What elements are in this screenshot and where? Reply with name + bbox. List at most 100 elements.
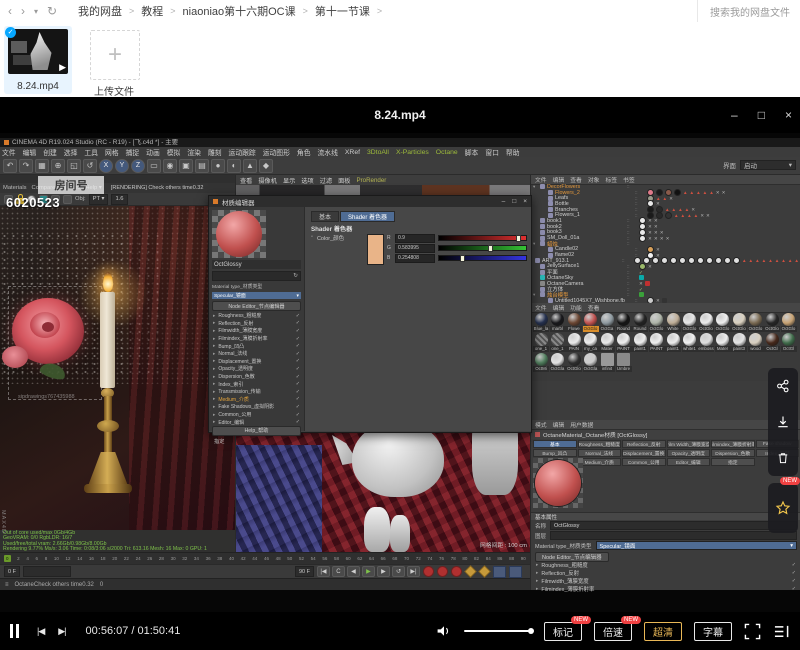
focus-picker-icon[interactable] [63,195,72,204]
transport-button[interactable]: C [332,566,345,577]
attribute-tab[interactable]: 基本 [533,440,577,448]
selection-tag-icon[interactable]: ▲ [672,207,677,212]
timeline-ruler[interactable]: 0246810121416182022242628303234363840424… [0,552,530,564]
selection-tag-icon[interactable]: ▲ [709,190,714,195]
toolbar-icon-z[interactable]: Z [131,159,145,173]
lod-field[interactable]: 1.6 [111,194,127,205]
c4d-menu-item[interactable]: 模拟 [167,147,181,157]
material-thumbnail[interactable]: OctGla [583,353,599,372]
transport-button[interactable]: ◀ [347,566,360,577]
c4d-menu-item[interactable]: 编辑 [23,147,37,157]
channel-row[interactable]: ▸Opacity_透明度✓ [212,365,301,373]
c4d-menu-item[interactable]: 选择 [64,147,78,157]
forward-icon[interactable]: › [21,4,25,18]
volume-handle[interactable] [528,628,534,634]
selection-tag-icon[interactable]: ▲ [788,258,793,263]
tag-icon[interactable]: ✕ [722,190,726,195]
c4d-menu-item[interactable]: 流水线 [318,147,338,157]
channel-row[interactable]: ▸Displacement_置换✓ [212,358,301,366]
transport-button[interactable]: ▶ [377,566,390,577]
channel-row[interactable]: ▸Index_索引✓ [212,380,301,388]
render-mode-dropdown[interactable]: PT ▾ [89,194,109,205]
keyframe-icon[interactable] [464,565,476,577]
attribute-tab[interactable]: 指定 [711,458,755,466]
c4d-menu-item[interactable]: 运动图形 [263,147,290,157]
object-manager-menu-item[interactable]: 编辑 [553,175,565,184]
breadcrumb-item[interactable]: 第十一节课 [315,3,370,19]
attribute-tab[interactable]: Displacement_置换 [622,449,666,457]
selection-tag-icon[interactable]: ▲ [768,258,773,263]
selection-tag-icon[interactable]: ▲ [781,258,786,263]
tag-icon[interactable]: ✕ [654,230,658,235]
c4d-menu-item[interactable]: 角色 [297,147,311,157]
channel-slider[interactable] [438,235,527,241]
mark-button[interactable]: 标记NEW [544,622,582,641]
toolbar-icon-↺[interactable]: ↺ [83,159,97,173]
channel-row[interactable]: ▸Roughness_粗糙度✓ [212,312,301,320]
channel-row[interactable]: ▸Normal_法线✓ [212,350,301,358]
tag-icon[interactable]: ✕ [669,196,673,201]
material-thumbnail[interactable]: paint1 [665,333,681,352]
share-icon[interactable] [776,379,790,393]
viewport-menu-item[interactable]: 摄像机 [258,176,277,185]
next-button[interactable]: ▶| [58,626,65,637]
material-thumbnail[interactable]: Mater [599,333,615,352]
selection-tag-icon[interactable]: ▲ [742,258,747,263]
toolbar-icon-▲[interactable]: ▲ [243,159,257,173]
selection-tag-icon[interactable]: ▲ [755,258,760,263]
channel-slider[interactable] [438,245,527,251]
tag-icon[interactable]: ✕ [716,190,720,195]
attribute-tab[interactable]: Common_公用 [622,458,666,466]
toolbar-icon-⊕[interactable]: ⊕ [51,159,65,173]
trash-icon[interactable] [776,451,790,465]
c4d-menu-item[interactable]: 窗口 [485,147,499,157]
render-toggle-icon[interactable] [509,566,522,578]
c4d-menu-item[interactable]: 创建 [43,147,57,157]
breadcrumb-item[interactable]: niaoniao第十六期OC课 [183,3,296,19]
attribute-menu-item[interactable]: 编辑 [553,420,565,429]
transport-button[interactable]: ▶ [362,566,375,577]
toolbar-icon-▣[interactable]: ▣ [179,159,193,173]
transport-button[interactable]: ▶| [407,566,420,577]
c4d-menu-item[interactable]: 捕捉 [126,147,140,157]
tag-icon[interactable]: ✕ [648,218,652,223]
file-card-video[interactable]: ▶ ✓ 8.24.mp4 [4,26,72,94]
toolbar-icon-x[interactable]: X [99,159,113,173]
c4d-menu-item[interactable]: XRef [345,149,360,156]
refresh-icon[interactable]: ↻ [47,4,57,18]
name-input[interactable]: OctGlossy [550,521,797,530]
material-thumbnail[interactable]: OctGl [781,333,797,352]
close-icon[interactable]: × [523,198,527,205]
material-thumbnail[interactable]: OctGlo [649,313,665,332]
tag-icon[interactable]: ✕ [654,218,658,223]
tag-icon[interactable]: ✕ [648,236,652,241]
material-thumbnail[interactable]: OctGlo [698,313,714,332]
material-thumbnail[interactable]: OctGlo [781,313,797,332]
attribute-tab[interactable]: Bump_凹凸 [533,449,577,457]
selection-tag-icon[interactable]: ▲ [696,190,701,195]
viewport-menu-item[interactable]: 过滤 [320,176,332,185]
channel-row[interactable]: ▸Dispersion_色散✓ [212,373,301,381]
selection-tag-icon[interactable]: ▲ [687,213,692,218]
material-manager-menu-item[interactable]: 功能 [570,303,582,312]
attribute-tab[interactable]: Opacity_透明度 [667,449,711,457]
channel-row[interactable]: ▸Filmindex_薄膜折射率✓ [212,335,301,343]
selection-tag-icon[interactable]: ▲ [694,213,699,218]
channel-row[interactable]: ▸Fake Shadows_虚拟阴影✓ [212,403,301,411]
subtitle-button[interactable]: 字幕 [694,622,732,641]
material-thumbnail[interactable]: OctGlo [764,313,780,332]
viewport-menu-item[interactable]: 选项 [301,176,313,185]
volume-slider[interactable] [464,630,532,632]
speed-button[interactable]: 倍速NEW [594,622,632,641]
minimize-button[interactable]: – [731,108,738,122]
help-button[interactable]: Help_帮助 [212,426,301,436]
material-thumbnail[interactable]: OctGlo [566,353,582,372]
channel-row[interactable]: ▸Reflection_反射✓ [531,569,800,577]
channel-value-field[interactable]: 0.9 [395,234,435,243]
channel-slider[interactable] [438,255,527,261]
tag-icon[interactable]: ✕ [691,207,695,212]
upload-button[interactable]: + [90,30,140,80]
toolbar-icon-y[interactable]: Y [115,159,129,173]
selection-tag-icon[interactable]: ▲ [690,190,695,195]
object-manager-menu-item[interactable]: 对象 [588,175,600,184]
